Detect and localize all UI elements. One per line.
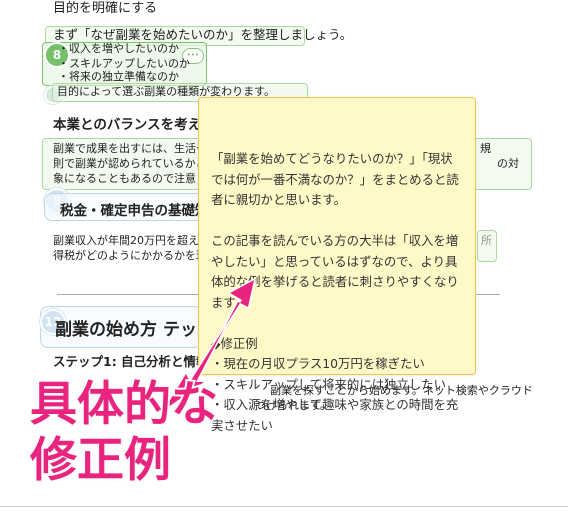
heading-start: 副業の始め方 (55, 320, 157, 340)
annotation-label-line2: 修正例 (28, 431, 173, 490)
heading-goal: 目的を明確にする (53, 1, 158, 16)
page-bottom-border (0, 506, 568, 507)
annotation-label-line1: 具体的な (28, 375, 220, 434)
paragraph-line: 規 (480, 142, 491, 155)
paragraph-line: 得税がどのようにかかるかを理 (53, 249, 207, 262)
comment-highlight[interactable] (477, 230, 497, 262)
paragraph-line: 象になることもあるので注意し (53, 172, 207, 185)
heading-balance: 本業とのバランスを考える (53, 117, 215, 133)
paragraph-line: の対 (497, 157, 519, 170)
